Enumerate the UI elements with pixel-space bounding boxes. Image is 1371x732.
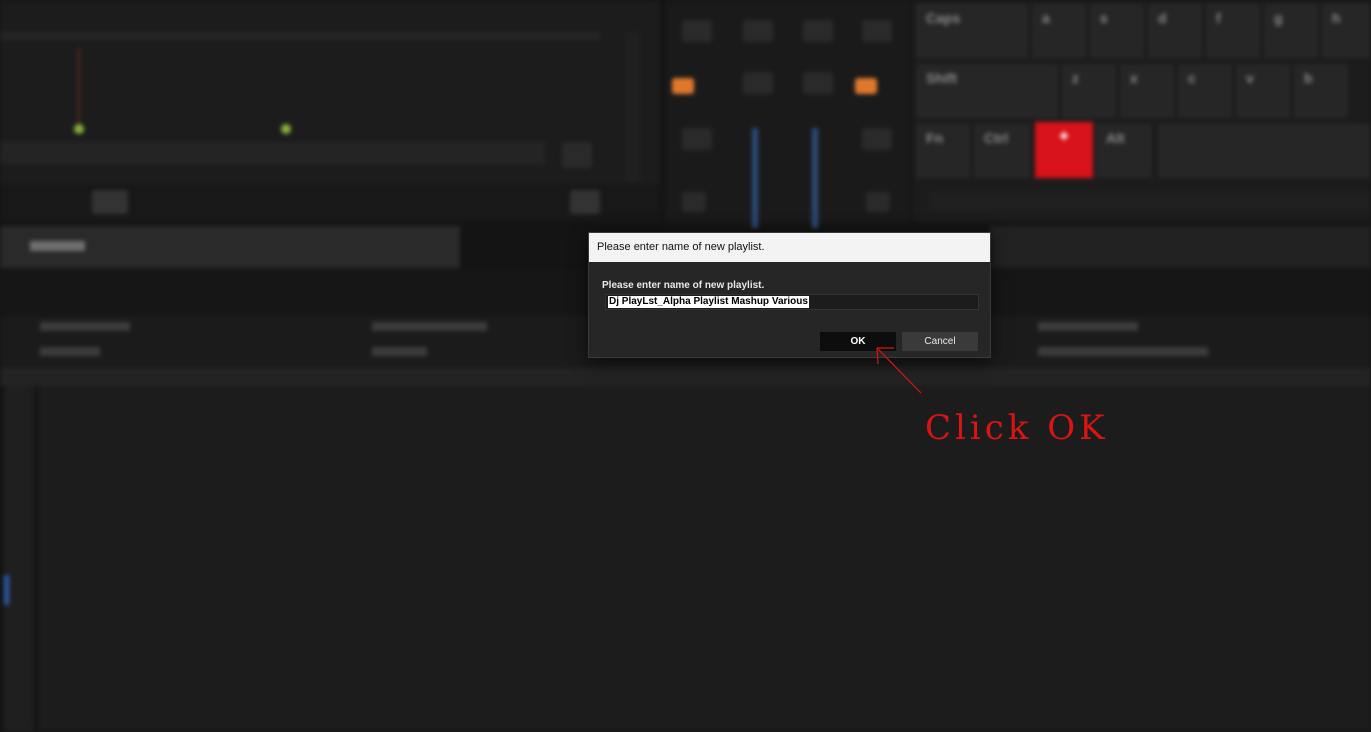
waveform-track	[0, 32, 600, 40]
keyboard-function-row	[930, 192, 1370, 210]
transport-button	[92, 190, 128, 214]
new-playlist-dialog: Please enter name of new playlist. Pleas…	[588, 232, 991, 358]
tree-item	[1038, 322, 1138, 331]
key-alt: Alt	[1096, 124, 1152, 178]
tree-item	[372, 347, 427, 356]
mixer-button	[743, 72, 773, 94]
playlist-name-input[interactable]: Dj PlayLst_Alpha Playlist Mashup Various	[605, 294, 979, 310]
progress-bar	[0, 142, 545, 164]
playlist-name-value[interactable]: Dj PlayLst_Alpha Playlist Mashup Various	[608, 296, 809, 308]
edit-button	[562, 142, 592, 168]
key-s: s	[1090, 4, 1144, 58]
key-f: f	[1206, 4, 1260, 58]
track-info-text	[30, 241, 85, 251]
mixer-button	[866, 192, 890, 212]
transport-button	[570, 190, 600, 214]
mixer-button	[682, 128, 712, 150]
mixer-button	[862, 20, 892, 42]
mixer-button	[862, 128, 892, 150]
key-c: c	[1178, 64, 1232, 118]
key-highlight: ✦	[1035, 122, 1093, 178]
pitch-slider	[626, 32, 640, 182]
key-caps: Caps	[916, 4, 1028, 58]
key-z: z	[1062, 64, 1116, 118]
list-header	[0, 368, 1371, 386]
key-shift: Shift	[916, 64, 1058, 118]
key-a: a	[1032, 4, 1086, 58]
key-b: b	[1294, 64, 1348, 118]
key-g: g	[1264, 4, 1318, 58]
mixer-button	[803, 20, 833, 42]
cancel-button[interactable]: Cancel	[902, 332, 978, 351]
mixer-button	[682, 192, 706, 212]
ok-button[interactable]: OK	[820, 332, 896, 351]
tree-item	[1038, 347, 1208, 356]
cue-line	[78, 48, 80, 128]
side-rail-accent	[4, 575, 9, 605]
sync-indicator	[672, 78, 694, 94]
key-space	[1158, 124, 1371, 178]
dialog-prompt: Please enter name of new playlist.	[602, 280, 765, 291]
sync-indicator	[855, 78, 877, 94]
mixer-button	[803, 72, 833, 94]
key-h: h	[1322, 4, 1371, 58]
dialog-title: Please enter name of new playlist.	[589, 233, 990, 262]
tree-item	[372, 322, 487, 331]
key-ctrl: Ctrl	[974, 124, 1030, 178]
key-fn: Fn	[916, 124, 970, 178]
mixer-button	[743, 20, 773, 42]
key-v: v	[1236, 64, 1290, 118]
side-rail	[4, 386, 34, 732]
cue-marker	[74, 124, 84, 134]
key-d: d	[1148, 4, 1202, 58]
cue-marker	[281, 124, 291, 134]
deck-info-bar	[990, 226, 1371, 268]
annotation-text: Click OK	[925, 408, 1109, 448]
background-app: Caps a s d f g h Shift z x c v b Fn Ctrl…	[0, 0, 1371, 732]
track-list	[38, 386, 1371, 732]
key-x: x	[1120, 64, 1174, 118]
tree-item	[40, 347, 100, 356]
channel-fader	[752, 128, 758, 228]
channel-fader	[812, 128, 818, 228]
tree-item	[40, 322, 130, 331]
mixer-button	[682, 20, 712, 42]
